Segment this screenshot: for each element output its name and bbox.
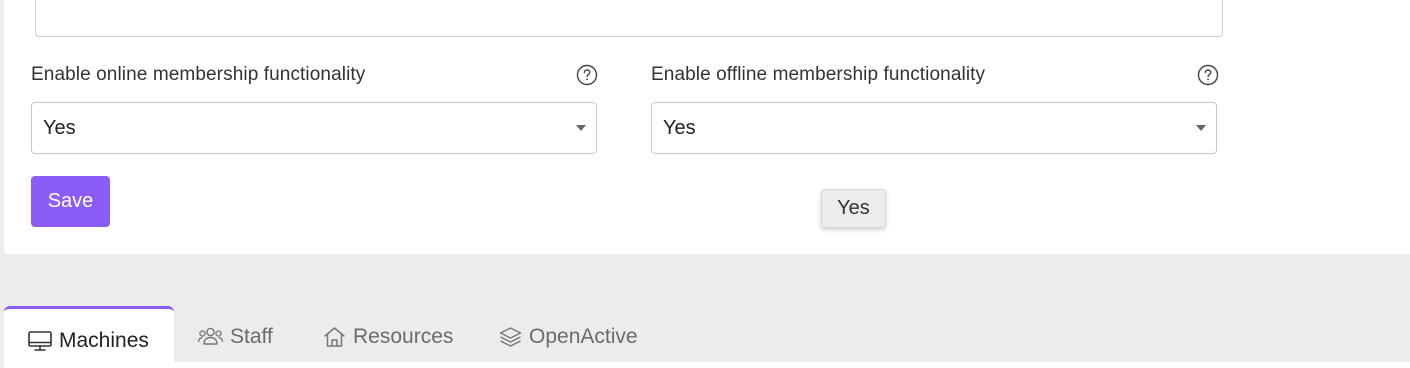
select-value: Yes [663, 117, 696, 139]
tab-label: Resources [353, 325, 454, 348]
tooltip: Yes [821, 189, 886, 228]
tab-content-panel [174, 362, 1410, 368]
text-area[interactable] [35, 0, 1223, 37]
help-icon[interactable] [1197, 64, 1219, 86]
tab-label: OpenActive [529, 325, 638, 348]
users-icon [197, 327, 224, 345]
offline-membership-label: Enable offline membership functionality [651, 64, 986, 85]
layers-icon [499, 327, 522, 347]
home-icon [324, 327, 345, 347]
online-membership-select[interactable]: Yes [31, 102, 597, 154]
tab-resources[interactable]: Resources [322, 306, 453, 368]
tab-bar: Machines Staff Resources OpenActive [0, 306, 1410, 368]
tab-label: Staff [230, 325, 273, 348]
caret-down-icon [1196, 125, 1206, 131]
caret-down-icon [576, 125, 586, 131]
help-icon[interactable] [576, 64, 598, 86]
monitor-icon [28, 330, 52, 351]
tab-label: Machines [59, 328, 149, 352]
tab-machines[interactable]: Machines [4, 306, 174, 368]
select-value: Yes [43, 117, 76, 139]
online-membership-label: Enable online membership functionality [31, 64, 366, 85]
save-button[interactable]: Save [31, 176, 110, 227]
tab-staff[interactable]: Staff [197, 306, 273, 368]
offline-membership-select[interactable]: Yes [651, 102, 1217, 154]
tab-openactive[interactable]: OpenActive [498, 306, 638, 368]
